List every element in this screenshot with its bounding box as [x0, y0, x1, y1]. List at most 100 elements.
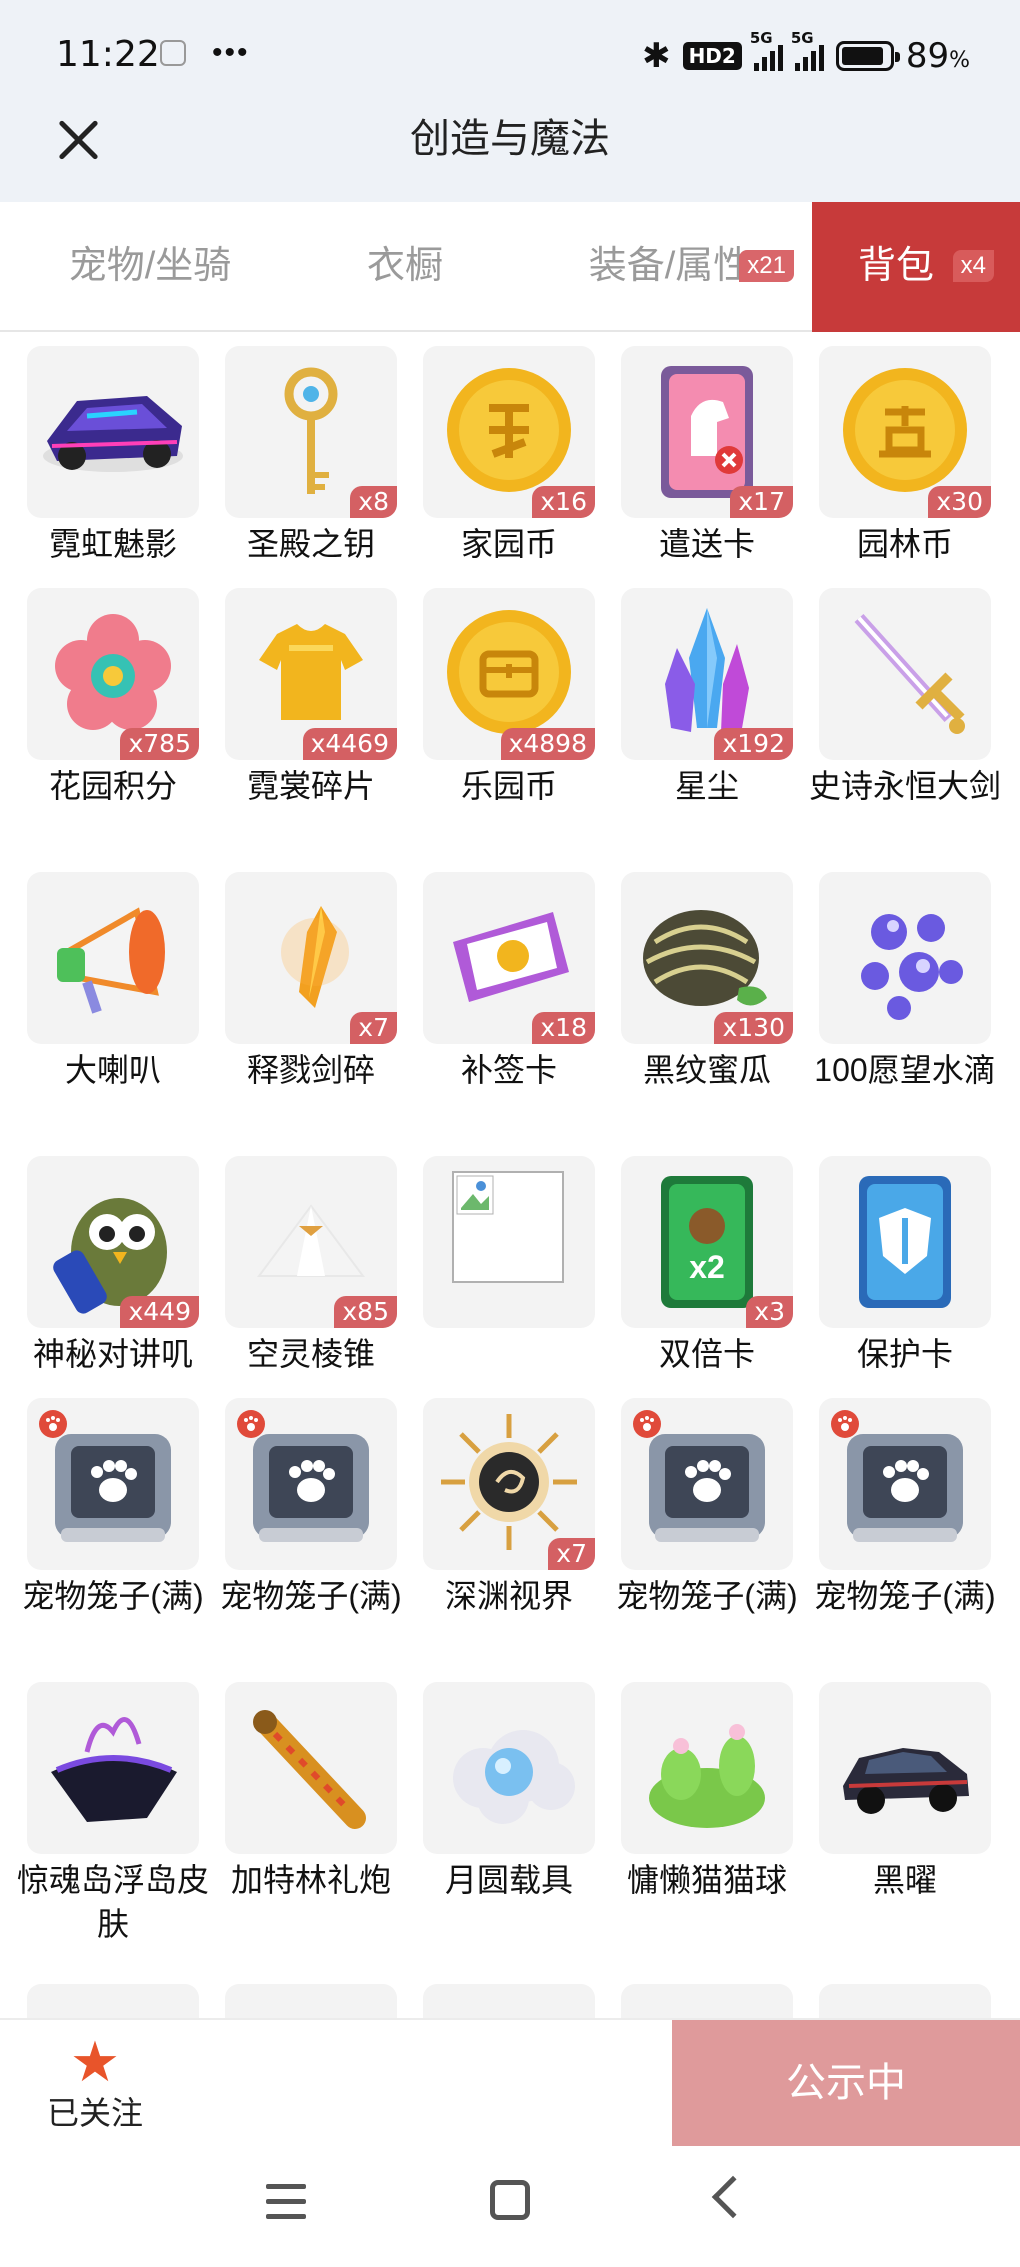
close-icon[interactable]	[54, 116, 102, 164]
item-thumbnail	[819, 1682, 991, 1854]
item-card-partial[interactable]	[396, 1984, 595, 2018]
item-name: 霓裳碎片	[246, 768, 375, 804]
item-card[interactable]: 黑曜	[792, 1682, 991, 1922]
item-card[interactable]: x4469 霓裳碎片	[198, 588, 397, 828]
item-name: 宠物笼子(满)	[220, 1578, 402, 1614]
item-thumbnail	[819, 872, 991, 1044]
item-quantity-badge: x130	[714, 1012, 793, 1044]
item-card-partial[interactable]	[792, 1984, 991, 2018]
item-name: 月圆载具	[444, 1862, 573, 1898]
item-card[interactable]: 惊魂岛浮岛皮肤	[0, 1682, 209, 1942]
follow-button[interactable]: ★ 已关注	[30, 2034, 160, 2144]
bottom-action-bar: ★ 已关注 公示中	[0, 2018, 1020, 2146]
item-card[interactable]: 宠物笼子(满)	[792, 1398, 996, 1638]
item-thumbnail	[423, 1682, 595, 1854]
item-name: 神秘对讲叽	[32, 1336, 193, 1372]
item-quantity-badge: x85	[334, 1296, 397, 1328]
item-quantity-badge: x4469	[302, 728, 397, 760]
item-card[interactable]: 保护卡	[792, 1156, 991, 1396]
svg-text:x2: x2	[689, 1249, 725, 1285]
item-card[interactable]: 100愿望水滴	[792, 872, 996, 1112]
item-thumbnail: x17	[621, 346, 793, 518]
item-name: 大喇叭	[64, 1052, 161, 1088]
item-card[interactable]: x16 家园币	[396, 346, 595, 586]
item-name: 慵懒猫猫球	[626, 1862, 787, 1898]
app-header: 创造与魔法	[0, 110, 1020, 202]
item-thumbnail: x7	[225, 872, 397, 1044]
item-quantity-badge: x192	[714, 728, 793, 760]
item-card[interactable]: x85 空灵棱锥	[198, 1156, 397, 1396]
item-name: 宠物笼子(满)	[616, 1578, 798, 1614]
battery-percent: 89%	[905, 36, 970, 76]
item-thumbnail: x7	[423, 1398, 595, 1570]
item-name: 黑曜	[872, 1862, 937, 1898]
menu-icon[interactable]	[266, 2184, 306, 2220]
item-quantity-badge: x3	[746, 1296, 793, 1328]
item-thumbnail: x18	[423, 872, 595, 1044]
item-card[interactable]: x192 星尘	[594, 588, 793, 828]
item-card[interactable]: 大喇叭	[0, 872, 199, 1112]
item-thumbnail	[621, 1984, 793, 2018]
item-card[interactable]: 宠物笼子(满)	[0, 1398, 204, 1638]
item-quantity-badge: x785	[120, 728, 199, 760]
tab-pets-mounts[interactable]: 宠物/坐骑	[40, 202, 260, 332]
tab-backpack[interactable]: 背包 x4	[812, 202, 1020, 332]
follow-label: 已关注	[46, 2095, 143, 2131]
home-icon[interactable]	[490, 2180, 530, 2220]
item-card[interactable]: x17 遣送卡	[594, 346, 793, 586]
item-thumbnail	[27, 1398, 199, 1570]
item-card[interactable]	[396, 1156, 595, 1396]
item-card-partial[interactable]	[594, 1984, 793, 2018]
item-thumbnail: x192	[621, 588, 793, 760]
status-time: 11:22	[56, 34, 160, 75]
signal-label-1: 5G	[749, 29, 773, 47]
item-quantity-badge: x7	[548, 1538, 595, 1570]
item-card[interactable]: 加特林礼炮	[198, 1682, 397, 1922]
item-name: 补签卡	[460, 1052, 557, 1088]
item-name: 花园积分	[48, 768, 177, 804]
item-card[interactable]: x8 圣殿之钥	[198, 346, 397, 586]
item-card[interactable]: 史诗永恒大剑	[792, 588, 1001, 828]
item-card[interactable]: 月圆载具	[396, 1682, 595, 1922]
item-thumbnail: x8	[225, 346, 397, 518]
item-card[interactable]: x7 深渊视界	[396, 1398, 595, 1638]
item-name: 星尘	[674, 768, 739, 804]
tab-label: 背包	[857, 245, 934, 287]
item-name: 释戮剑碎	[246, 1052, 375, 1088]
tab-wardrobe[interactable]: 衣橱	[330, 202, 480, 332]
item-thumbnail	[225, 1682, 397, 1854]
item-quantity-badge: x16	[532, 486, 595, 518]
item-card[interactable]: x7 释戮剑碎	[198, 872, 397, 1112]
item-quantity-badge: x18	[532, 1012, 595, 1044]
item-card[interactable]: x785 花园积分	[0, 588, 199, 828]
category-tabs: 宠物/坐骑 衣橱 装备/属性 x21 背包 x4	[0, 202, 1020, 332]
item-card[interactable]: x4898 乐园币	[396, 588, 595, 828]
tab-equipment[interactable]: 装备/属性 x21	[560, 202, 794, 332]
item-name: 惊魂岛浮岛皮肤	[16, 1862, 209, 1942]
item-card[interactable]: x2 x3 双倍卡	[594, 1156, 793, 1396]
item-thumbnail	[27, 1984, 199, 2018]
item-name: 深渊视界	[444, 1578, 573, 1614]
item-thumbnail: x16	[423, 346, 595, 518]
item-name: 宠物笼子(满)	[814, 1578, 996, 1614]
item-thumbnail: x449	[27, 1156, 199, 1328]
item-thumbnail	[27, 1682, 199, 1854]
public-display-button[interactable]: 公示中	[672, 2020, 1020, 2146]
app-notification-icon	[160, 40, 186, 66]
item-quantity-badge: x449	[120, 1296, 199, 1328]
item-card[interactable]: x449 神秘对讲叽	[0, 1156, 199, 1396]
item-card[interactable]: 宠物笼子(满)	[198, 1398, 402, 1638]
item-card[interactable]: 霓虹魅影	[0, 346, 199, 586]
item-card[interactable]: 慵懒猫猫球	[594, 1682, 793, 1922]
item-card[interactable]: x18 补签卡	[396, 872, 595, 1112]
item-card[interactable]: 宠物笼子(满)	[594, 1398, 798, 1638]
item-quantity-badge: x30	[928, 486, 991, 518]
item-thumbnail: x4469	[225, 588, 397, 760]
tab-badge: x21	[739, 250, 794, 282]
item-card-partial[interactable]	[0, 1984, 199, 2018]
back-icon[interactable]	[711, 2175, 755, 2219]
item-card-partial[interactable]	[198, 1984, 397, 2018]
item-card[interactable]: x30 园林币	[792, 346, 991, 586]
item-card[interactable]: x130 黑纹蜜瓜	[594, 872, 793, 1112]
battery-icon	[835, 41, 900, 71]
